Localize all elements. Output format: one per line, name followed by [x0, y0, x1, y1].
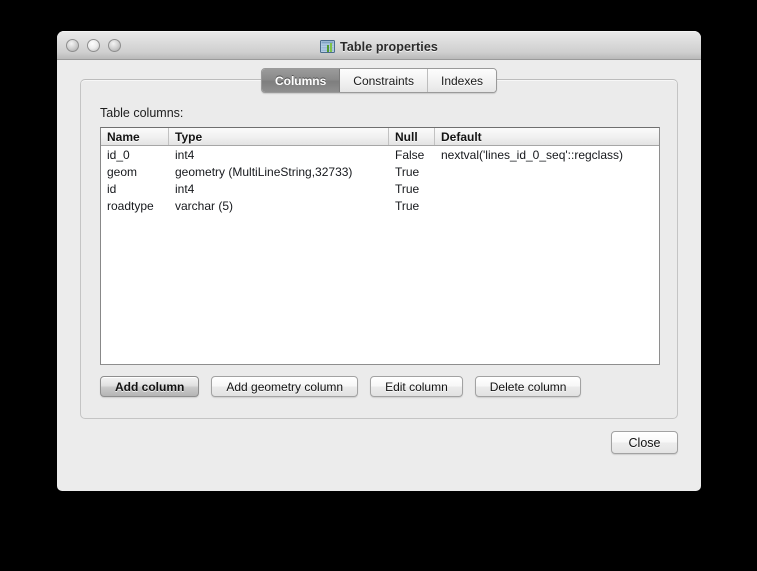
close-button[interactable]: Close [611, 431, 678, 454]
column-header-null[interactable]: Null [389, 128, 435, 145]
table-row[interactable]: id int4 True [101, 180, 659, 197]
edit-column-button[interactable]: Edit column [370, 376, 463, 397]
cell-type: geometry (MultiLineString,32733) [175, 164, 353, 179]
columns-list-header: Name Type Null Default [101, 128, 659, 146]
cell-null: True [395, 164, 420, 179]
cell-null: True [395, 181, 420, 196]
add-column-button[interactable]: Add column [100, 376, 200, 397]
cell-name: geom [107, 164, 138, 179]
table-row[interactable]: id_0 int4 False nextval('lines_id_0_seq'… [101, 146, 659, 163]
table-properties-icon [320, 39, 336, 54]
tab-group: Columns Constraints Indexes [260, 68, 498, 93]
window-title: Table properties [340, 39, 438, 54]
cell-type: varchar (5) [175, 198, 234, 213]
table-row[interactable]: geom geometry (MultiLineString,32733) Tr… [101, 163, 659, 180]
desktop-background: Table properties Columns Constraints Ind… [0, 0, 757, 571]
table-row[interactable]: roadtype varchar (5) True [101, 197, 659, 214]
tab-bar: Columns Constraints Indexes [57, 68, 701, 93]
cell-null: True [395, 198, 420, 213]
cell-default [435, 163, 659, 180]
column-header-type[interactable]: Type [169, 128, 389, 145]
tab-indexes[interactable]: Indexes [428, 69, 497, 92]
column-actions: Add column Add geometry column Edit colu… [100, 376, 582, 397]
tab-constraints[interactable]: Constraints [340, 69, 428, 92]
window-titlebar[interactable]: Table properties [57, 31, 701, 60]
tab-columns[interactable]: Columns [261, 69, 341, 92]
cell-null: False [395, 147, 425, 162]
cell-name: roadtype [107, 198, 154, 213]
cell-default [435, 180, 659, 197]
column-header-name[interactable]: Name [101, 128, 169, 145]
window-title-group: Table properties [57, 32, 701, 61]
columns-panel: Table columns: Name Type Null Default id… [80, 79, 678, 419]
delete-column-button[interactable]: Delete column [474, 376, 582, 397]
table-columns-label: Table columns: [100, 106, 184, 120]
cell-name: id_0 [107, 147, 130, 162]
table-properties-window: Table properties Columns Constraints Ind… [57, 31, 701, 491]
cell-name: id [107, 181, 117, 196]
cell-type: int4 [175, 147, 195, 162]
add-geometry-column-button[interactable]: Add geometry column [211, 376, 359, 397]
column-header-default[interactable]: Default [435, 128, 659, 145]
cell-default: nextval('lines_id_0_seq'::regclass) [441, 147, 624, 162]
cell-default [435, 197, 659, 214]
columns-list[interactable]: Name Type Null Default id_0 int4 False n… [100, 127, 660, 365]
cell-type: int4 [175, 181, 195, 196]
